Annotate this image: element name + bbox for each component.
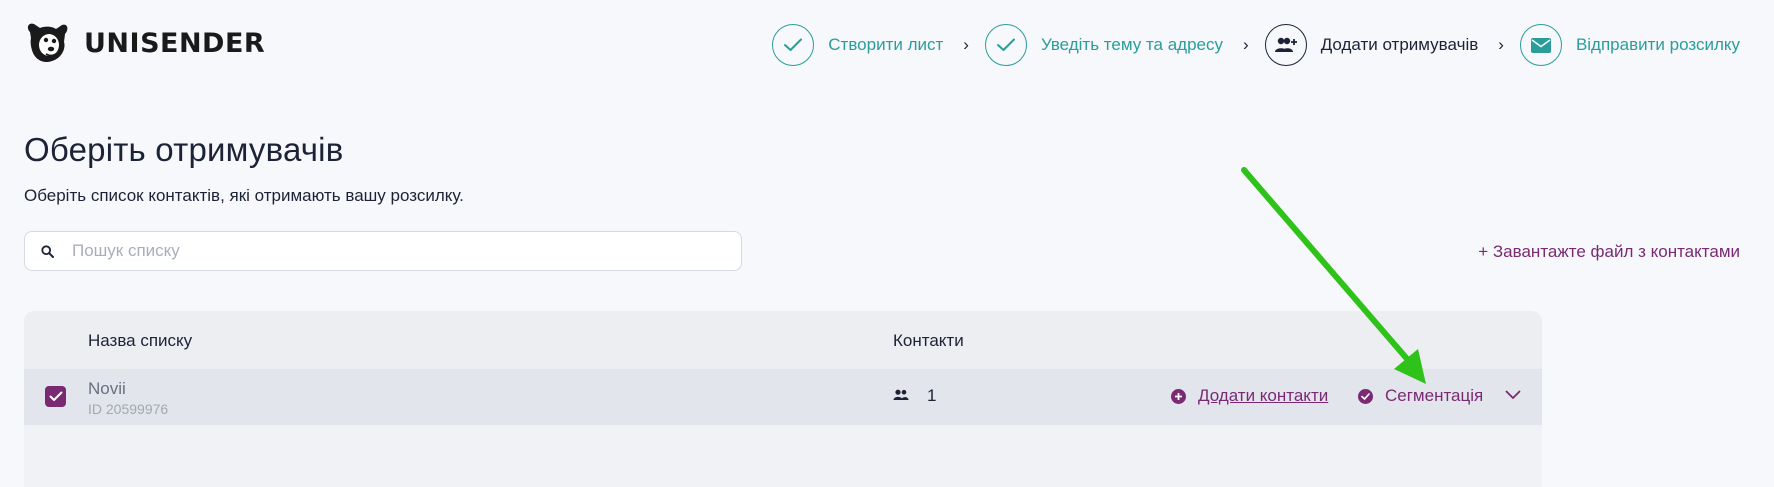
check-icon xyxy=(984,24,1027,66)
add-contacts-button[interactable]: Додати контакти xyxy=(1171,386,1328,406)
segmentation-label: Сегментація xyxy=(1385,386,1484,405)
table-row[interactable]: Novii ID 20599976 1 Додати контакти Сегм… xyxy=(24,369,1542,425)
table-row-next xyxy=(24,425,1542,487)
table-header: Назва списку Контакти xyxy=(24,311,1542,369)
check-icon xyxy=(772,24,815,66)
contacts-icon xyxy=(893,389,909,400)
chevron-right-icon: › xyxy=(1498,35,1504,54)
segmentation-button[interactable]: Сегментація xyxy=(1358,386,1483,406)
step-add-recipients[interactable]: Додати отримувачів xyxy=(1264,24,1479,66)
page-title: Оберіть отримувачів xyxy=(24,131,344,168)
plus-circle-icon xyxy=(1171,388,1186,404)
progress-stepper: Створити лист › Уведіть тему та адресу ›… xyxy=(772,24,1740,66)
search-input[interactable] xyxy=(72,241,672,261)
list-id: ID 20599976 xyxy=(88,401,169,417)
add-users-icon xyxy=(1264,24,1307,66)
page-subtitle: Оберіть список контактів, які отримають … xyxy=(24,186,464,205)
contacts-count: 1 xyxy=(927,386,937,405)
step-label: Додати отримувачів xyxy=(1320,35,1479,54)
column-header-name: Назва списку xyxy=(88,331,193,350)
check-circle-icon xyxy=(1358,388,1373,404)
list-name[interactable]: Novii xyxy=(88,379,126,399)
step-create-letter[interactable]: Створити лист xyxy=(772,24,943,66)
dog-logo-icon xyxy=(27,23,68,63)
add-contacts-label: Додати контакти xyxy=(1198,386,1329,405)
step-label: Створити лист xyxy=(828,35,944,54)
row-checkbox[interactable] xyxy=(45,386,66,407)
envelope-icon xyxy=(1519,24,1562,66)
step-label: Відправити розсилку xyxy=(1575,35,1740,54)
step-send-campaign[interactable]: Відправити розсилку xyxy=(1519,24,1740,66)
check-icon xyxy=(49,391,62,401)
column-header-contacts: Контакти xyxy=(893,331,964,350)
upload-contacts-link[interactable]: + Завантажте файл з контактами xyxy=(1478,242,1740,262)
step-subject-address[interactable]: Уведіть тему та адресу xyxy=(984,24,1224,66)
lists-table: Назва списку Контакти Novii ID 20599976 … xyxy=(24,311,1542,487)
brand-logo[interactable]: UNISENDER xyxy=(22,18,265,68)
search-icon xyxy=(41,244,54,258)
chevron-right-icon: › xyxy=(1243,35,1249,54)
step-label: Уведіть тему та адресу xyxy=(1040,35,1224,54)
search-box[interactable] xyxy=(24,231,742,271)
chevron-down-icon[interactable] xyxy=(1505,390,1521,400)
chevron-right-icon: › xyxy=(963,35,969,54)
brand-name: UNISENDER xyxy=(84,27,266,59)
